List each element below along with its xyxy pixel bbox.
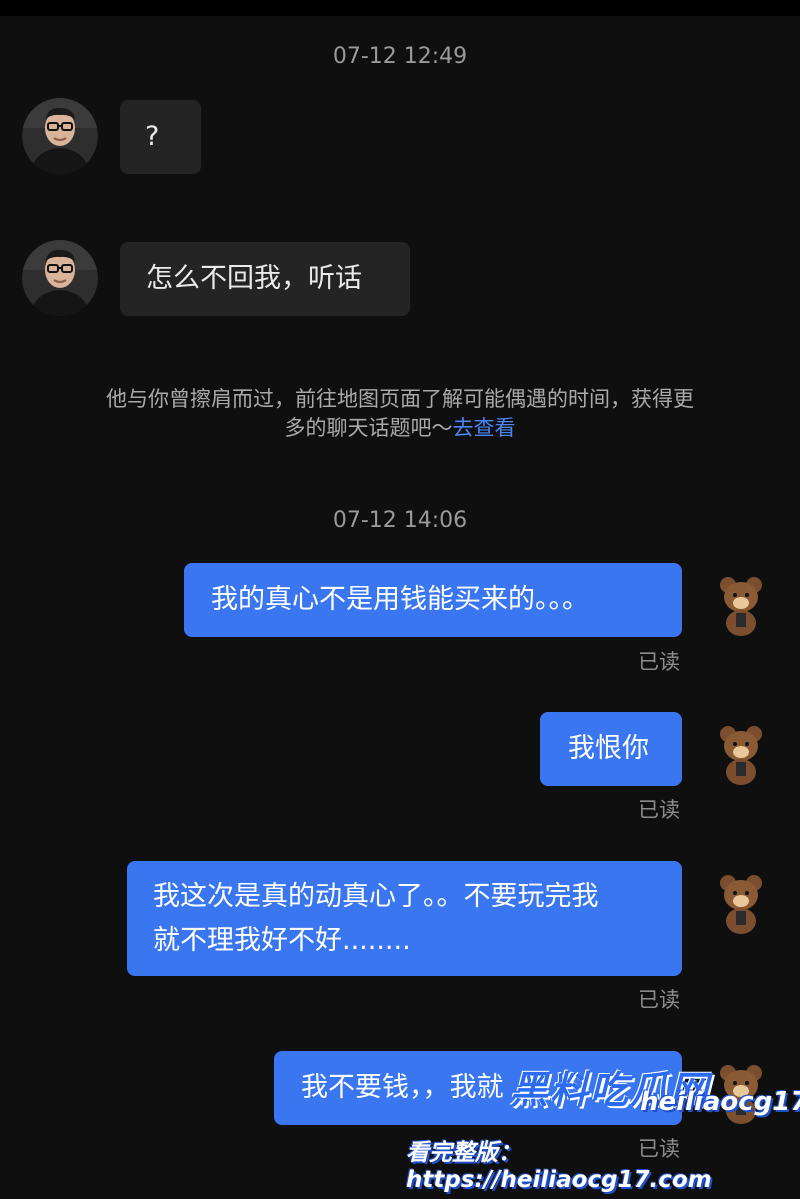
watermark-full-version-text: 看完整版：https://heiliaocg17.com — [406, 1140, 712, 1193]
contact-avatar[interactable] — [22, 98, 98, 174]
bear-avatar-icon — [706, 1051, 782, 1127]
read-status: 已读 — [638, 798, 680, 822]
read-status: 已读 — [638, 1137, 680, 1161]
notice-text: 他与你曾擦肩而过，前往地图页面了解可能偶遇的时间，获得更多的聊天话题吧～ — [106, 387, 694, 440]
contact-avatar[interactable] — [22, 240, 98, 316]
my-avatar[interactable] — [706, 1051, 782, 1127]
message-text: ? — [145, 121, 160, 152]
message-text-line: 就不理我好不好........ — [153, 925, 411, 956]
incoming-message-bubble[interactable]: 怎么不回我，听话 — [120, 242, 410, 316]
outgoing-message-bubble[interactable]: 我的真心不是用钱能买来的。。。 — [184, 563, 682, 637]
message-text-line: 我这次是真的动真心了。。不要玩完我 — [153, 881, 599, 912]
read-status: 已读 — [638, 988, 680, 1012]
incoming-message-bubble[interactable]: ? — [120, 100, 201, 174]
bear-avatar-icon — [706, 861, 782, 937]
message-text: 我恨你 — [568, 733, 649, 764]
my-avatar[interactable] — [706, 712, 782, 788]
chat-screen: 07-12 12:49 ? 怎么不回我，听话 他与你曾擦肩而过，前往地图页面了解… — [0, 0, 800, 1199]
timestamp: 07-12 14:06 — [332, 508, 468, 533]
outgoing-message-bubble[interactable]: 我不要钱，，我就 — [274, 1051, 682, 1125]
man-with-glasses-avatar-icon — [22, 98, 98, 174]
bear-avatar-icon — [706, 712, 782, 788]
bear-avatar-icon — [706, 563, 782, 639]
view-link[interactable]: 去查看 — [453, 416, 516, 440]
read-status: 已读 — [638, 650, 680, 674]
my-avatar[interactable] — [706, 861, 782, 937]
outgoing-message-bubble[interactable]: 我这次是真的动真心了。。不要玩完我 就不理我好不好........ — [127, 861, 682, 976]
message-text: 怎么不回我，听话 — [146, 263, 362, 294]
man-with-glasses-avatar-icon — [22, 240, 98, 316]
message-text: 我不要钱，，我就 — [301, 1072, 504, 1103]
encounter-notice: 他与你曾擦肩而过，前往地图页面了解可能偶遇的时间，获得更多的聊天话题吧～去查看 — [100, 385, 700, 443]
timestamp: 07-12 12:49 — [332, 44, 468, 69]
message-text: 我的真心不是用钱能买来的。。。 — [211, 584, 589, 615]
my-avatar[interactable] — [706, 563, 782, 639]
status-bar — [0, 0, 800, 16]
outgoing-message-bubble[interactable]: 我恨你 — [540, 712, 682, 786]
